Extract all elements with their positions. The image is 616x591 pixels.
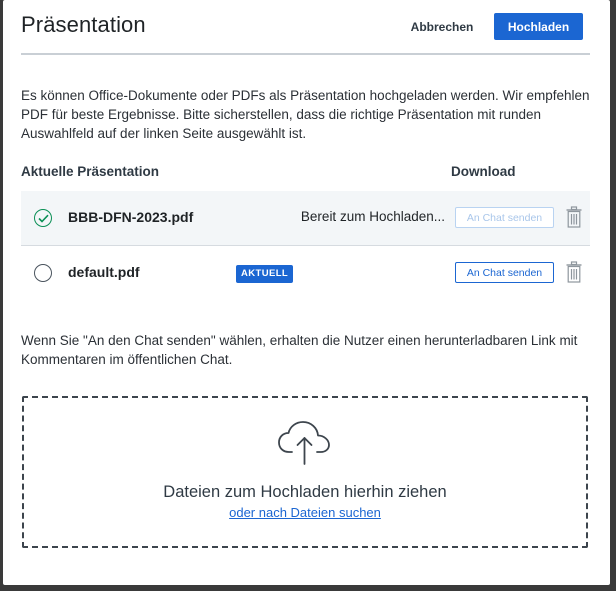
presentation-modal: Präsentation Abbrechen Hochladen Es könn… [3,0,610,585]
upload-button[interactable]: Hochladen [494,13,583,40]
cancel-button[interactable]: Abbrechen [402,13,482,41]
column-header-download: Download [451,164,516,179]
intro-text: Es können Office-Dokumente oder PDFs als… [21,88,590,141]
chat-note: Wenn Sie "An den Chat senden" wählen, er… [21,333,578,367]
trash-icon[interactable] [566,206,582,228]
send-to-chat-button[interactable]: An Chat senden [455,207,554,228]
dropzone-text: Dateien zum Hochladen hierhin ziehen [163,483,447,501]
current-badge: AKTUELL [236,265,294,283]
browse-files-link[interactable]: oder nach Dateien suchen [229,505,381,520]
trash-icon[interactable] [566,261,582,283]
file-name: default.pdf [68,264,140,280]
upload-status: Bereit zum Hochladen... [300,209,445,224]
radio-unselected[interactable] [34,264,52,282]
table-row: BBB-DFN-2023.pdf Bereit zum Hochladen...… [21,191,590,246]
modal-title: Präsentation [21,12,146,37]
check-icon [37,214,49,223]
radio-selected[interactable] [34,209,52,227]
header-divider [21,53,590,55]
file-name: BBB-DFN-2023.pdf [68,209,194,225]
column-header-current: Aktuelle Präsentation [21,164,160,179]
modal-header: Präsentation Abbrechen Hochladen [3,0,610,56]
cloud-upload-icon [277,420,333,471]
send-to-chat-button[interactable]: An Chat senden [455,262,554,283]
table-row: default.pdf AKTUELL An Chat senden [21,246,590,300]
file-dropzone[interactable]: Dateien zum Hochladen hierhin ziehen ode… [22,396,588,548]
